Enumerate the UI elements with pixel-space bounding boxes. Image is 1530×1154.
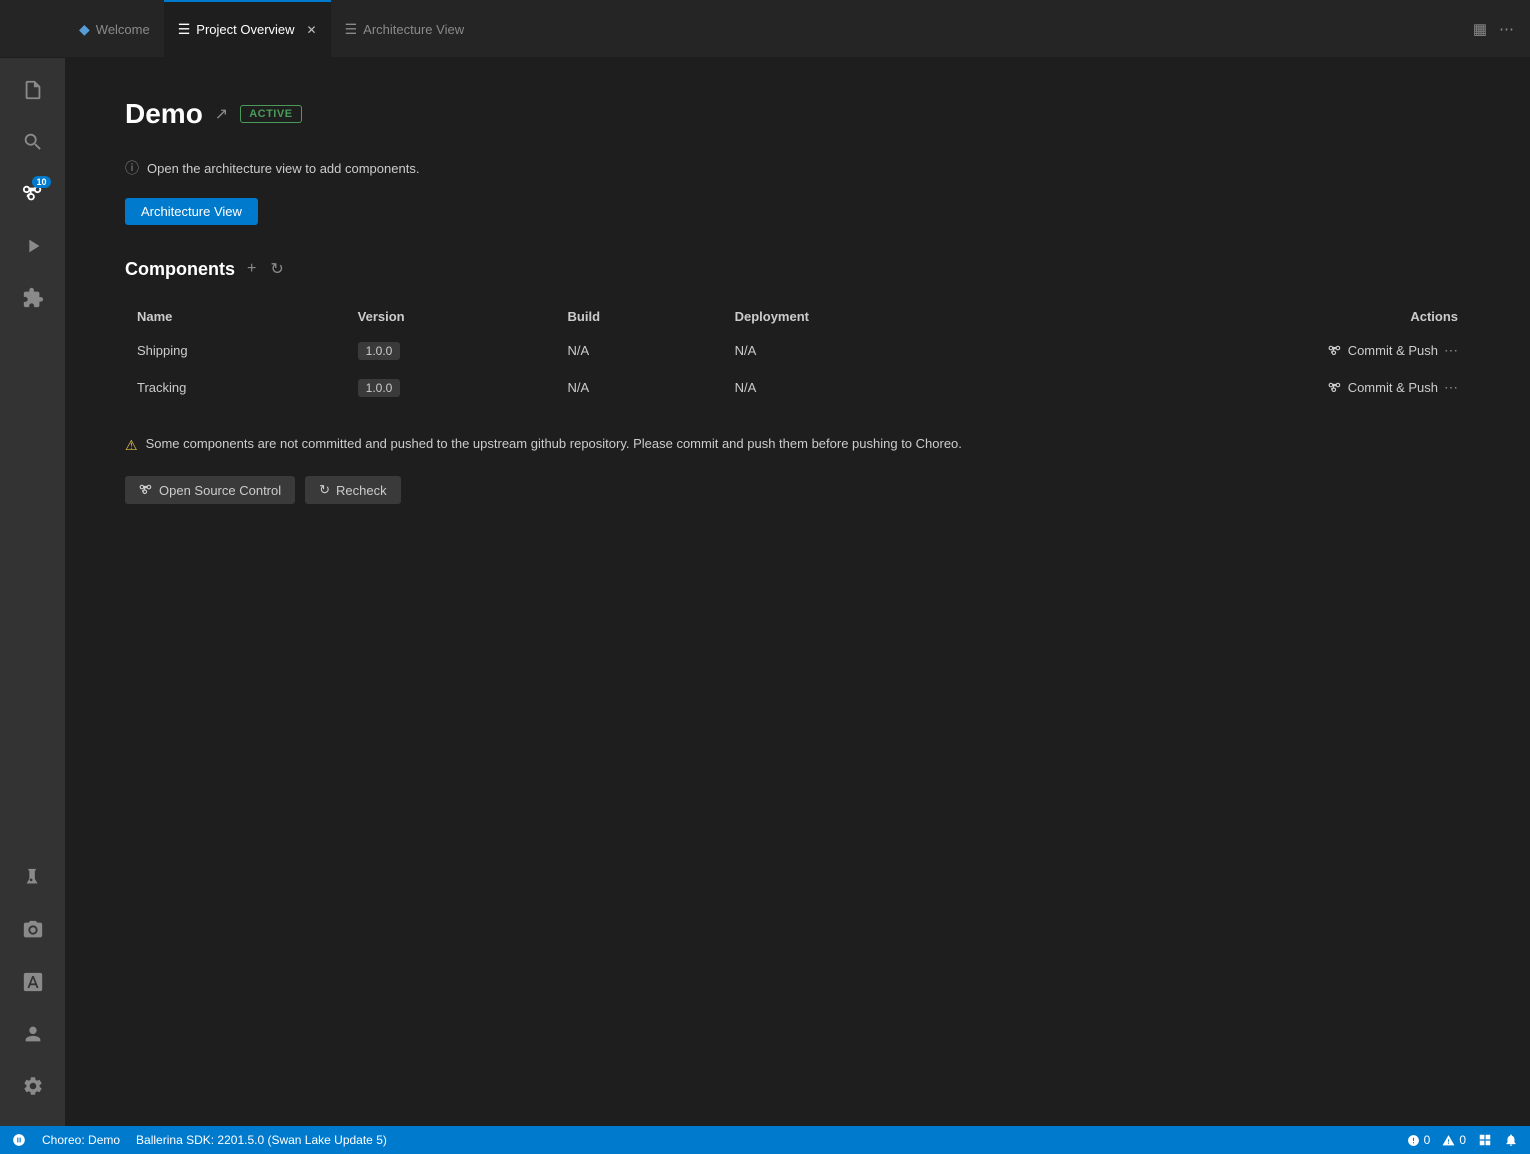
status-choreo[interactable]: Choreo: Demo [42, 1133, 120, 1147]
cell-name-0: Shipping [125, 332, 346, 369]
cell-deployment-1: N/A [723, 369, 1014, 406]
main-layout: 10 Demo ↗ [0, 58, 1530, 1126]
warning-icon: ⚠ [125, 435, 138, 456]
tab-welcome[interactable]: ◆ Welcome [65, 0, 164, 58]
tab-architecture-view[interactable]: ☰ Architecture View [331, 0, 478, 58]
warning-message: ⚠ Some components are not committed and … [125, 434, 1470, 456]
cell-actions-1: Commit & Push ⋯ [1014, 369, 1470, 406]
activity-search[interactable] [9, 118, 57, 166]
architecture-view-button[interactable]: Architecture View [125, 198, 258, 225]
activity-extensions[interactable] [9, 274, 57, 322]
tab-project-overview[interactable]: ☰ Project Overview ✕ [164, 0, 331, 58]
tab-bar-actions: ▦ ⋯ [1473, 20, 1530, 38]
col-header-name: Name [125, 301, 346, 332]
cell-deployment-0: N/A [723, 332, 1014, 369]
status-layout-icon[interactable] [1478, 1133, 1492, 1147]
components-table: Name Version Build Deployment Actions Sh… [125, 301, 1470, 406]
activity-settings[interactable] [9, 1062, 57, 1110]
activity-files[interactable] [9, 66, 57, 114]
open-source-control-button[interactable]: Open Source Control [125, 476, 295, 504]
split-editor-icon[interactable]: ▦ [1473, 20, 1487, 38]
cell-version-1: 1.0.0 [346, 369, 556, 406]
info-icon: ⓘ [125, 158, 139, 178]
activity-bar-bottom [9, 1010, 57, 1118]
activity-run[interactable] [9, 222, 57, 270]
components-section-header: Components + ↻ [125, 257, 1470, 281]
warning-status-icon [1442, 1134, 1455, 1147]
status-sdk[interactable]: Ballerina SDK: 2201.5.0 (Swan Lake Updat… [136, 1133, 387, 1147]
sdk-label: Ballerina SDK: 2201.5.0 (Swan Lake Updat… [136, 1133, 387, 1147]
commit-push-button-1[interactable]: Commit & Push [1328, 380, 1438, 395]
more-actions-button-1[interactable]: ⋯ [1444, 379, 1458, 396]
cell-version-0: 1.0.0 [346, 332, 556, 369]
cell-build-0: N/A [556, 332, 723, 369]
commit-push-button-0[interactable]: Commit & Push [1328, 343, 1438, 358]
page-title: Demo [125, 98, 203, 130]
status-remote-icon[interactable] [12, 1133, 26, 1147]
refresh-components-button[interactable]: ↻ [268, 257, 285, 281]
status-bar-right: 0 0 [1407, 1133, 1518, 1147]
tab-close-button[interactable]: ✕ [307, 23, 317, 37]
cell-build-1: N/A [556, 369, 723, 406]
more-actions-icon[interactable]: ⋯ [1499, 20, 1514, 38]
page-header: Demo ↗ ACTIVE [125, 98, 1470, 130]
components-title: Components [125, 259, 235, 280]
recheck-icon: ↻ [319, 482, 330, 498]
error-icon [1407, 1134, 1420, 1147]
choreo-label: Choreo: Demo [42, 1133, 120, 1147]
content-area: Demo ↗ ACTIVE ⓘ Open the architecture vi… [65, 58, 1530, 1126]
col-header-actions: Actions [1014, 301, 1470, 332]
source-control-btn-icon [139, 483, 153, 497]
error-count: 0 [1424, 1133, 1431, 1147]
activity-account[interactable] [9, 1010, 57, 1058]
status-warnings[interactable]: 0 [1442, 1133, 1466, 1147]
status-notifications-icon[interactable] [1504, 1133, 1518, 1147]
cell-actions-0: Commit & Push ⋯ [1014, 332, 1470, 369]
table-row: Shipping 1.0.0 N/A N/A Commit & Push ⋯ [125, 332, 1470, 369]
open-source-control-label: Open Source Control [159, 483, 281, 498]
activity-source-control[interactable]: 10 [9, 170, 57, 218]
activity-font[interactable] [9, 958, 57, 1006]
status-badge: ACTIVE [240, 105, 301, 123]
table-row: Tracking 1.0.0 N/A N/A Commit & Push ⋯ [125, 369, 1470, 406]
cell-name-1: Tracking [125, 369, 346, 406]
activity-camera[interactable] [9, 906, 57, 954]
action-buttons: Open Source Control ↻ Recheck [125, 476, 1470, 504]
welcome-tab-icon: ◆ [79, 21, 90, 38]
tab-bar: ◆ Welcome ☰ Project Overview ✕ ☰ Archite… [0, 0, 1530, 58]
info-message: ⓘ Open the architecture view to add comp… [125, 158, 1470, 178]
activity-flask[interactable] [9, 854, 57, 902]
source-control-badge: 10 [32, 176, 50, 188]
col-header-deployment: Deployment [723, 301, 1014, 332]
status-bar: Choreo: Demo Ballerina SDK: 2201.5.0 (Sw… [0, 1126, 1530, 1154]
recheck-button[interactable]: ↻ Recheck [305, 476, 400, 504]
more-actions-button-0[interactable]: ⋯ [1444, 342, 1458, 359]
project-overview-tab-icon: ☰ [178, 21, 191, 38]
architecture-view-tab-icon: ☰ [345, 21, 358, 38]
col-header-version: Version [346, 301, 556, 332]
warning-count: 0 [1459, 1133, 1466, 1147]
recheck-label: Recheck [336, 483, 387, 498]
col-header-build: Build [556, 301, 723, 332]
add-component-button[interactable]: + [245, 258, 258, 280]
status-errors[interactable]: 0 [1407, 1133, 1431, 1147]
activity-bar: 10 [0, 58, 65, 1126]
external-link-icon[interactable]: ↗ [215, 104, 228, 124]
